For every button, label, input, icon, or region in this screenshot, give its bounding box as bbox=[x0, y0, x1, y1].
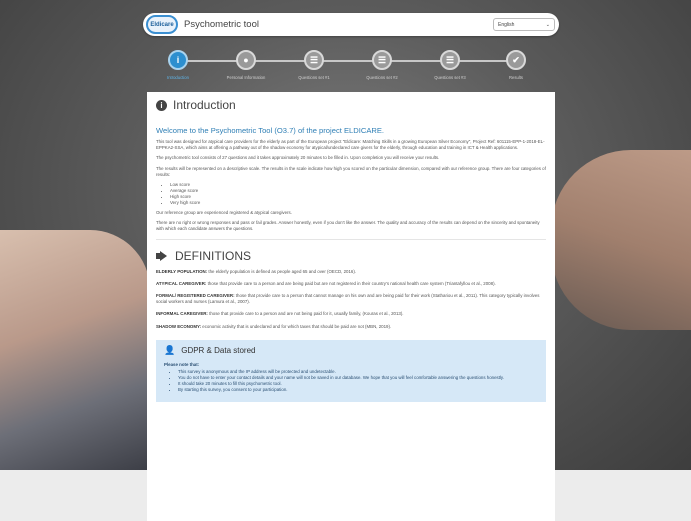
definition-term: INFORMAL CAREGIVER: bbox=[156, 311, 208, 317]
introduction-heading: i Introduction bbox=[156, 98, 546, 112]
step-label: Personal Information bbox=[226, 75, 266, 80]
divider bbox=[156, 238, 546, 240]
app-title: Psychometric tool bbox=[184, 19, 259, 30]
results-categories-list: Low score Average score High score Very … bbox=[170, 182, 546, 206]
info-icon: i bbox=[168, 50, 188, 70]
definition-term: SHADOW ECONOMY: bbox=[156, 323, 202, 329]
list-item: By starting this survey, you consent to … bbox=[178, 387, 538, 393]
intro-paragraph: The results will be represented on a des… bbox=[156, 165, 546, 177]
definition-text: those that provide care to a person and … bbox=[206, 280, 496, 286]
intro-paragraph: Our reference group are experienced regi… bbox=[156, 210, 292, 216]
content-card: i Introduction Welcome to the Psychometr… bbox=[147, 92, 555, 521]
step-questions-set-3[interactable]: ☰ Questions set #3 bbox=[415, 50, 485, 80]
gdpr-panel: 👤 GDPR & Data stored Please note that: T… bbox=[156, 339, 546, 402]
definition-text: the elderly population is defined as peo… bbox=[207, 268, 357, 274]
gdpr-note: Please note that: bbox=[164, 361, 200, 367]
definition-item: INFORMAL CAREGIVER: those that provide c… bbox=[156, 311, 546, 317]
chevron-down-icon: ⌄ bbox=[545, 21, 550, 28]
check-icon: ✔ bbox=[506, 50, 526, 70]
step-results[interactable]: ✔ Results bbox=[481, 50, 551, 80]
intro-paragraph: This tool was designed for atypical care… bbox=[156, 139, 545, 151]
step-label: Results bbox=[509, 75, 523, 80]
step-introduction[interactable]: i Introduction bbox=[143, 50, 213, 80]
list-icon: ☰ bbox=[304, 50, 324, 70]
step-label: Questions set #3 bbox=[434, 75, 466, 80]
gdpr-list: This survey is anonymous and the IP addr… bbox=[178, 369, 538, 394]
definition-item: SHADOW ECONOMY: economic activity that i… bbox=[156, 324, 546, 330]
introduction-title: Introduction bbox=[173, 98, 236, 112]
eldicare-logo[interactable]: Eldicare bbox=[146, 15, 178, 34]
definition-item: FORMAL/ REGISTERED CAREGIVER: those that… bbox=[156, 293, 546, 305]
step-personal-information[interactable]: ● Personal Information bbox=[211, 50, 281, 80]
megaphone-icon bbox=[156, 250, 168, 261]
gdpr-title: GDPR & Data stored bbox=[181, 345, 256, 355]
intro-paragraph: There are no right or wrong responses an… bbox=[156, 220, 540, 232]
definitions-heading: DEFINITIONS bbox=[156, 249, 546, 263]
definition-term: FORMAL/ REGISTERED CAREGIVER: bbox=[156, 293, 235, 299]
definition-item: ELDERLY POPULATION: the elderly populati… bbox=[156, 269, 546, 275]
definition-text: those that provide care to a person and … bbox=[207, 311, 404, 317]
language-select-value: English bbox=[498, 21, 515, 28]
gdpr-heading: 👤 GDPR & Data stored bbox=[164, 345, 538, 356]
definitions-title: DEFINITIONS bbox=[175, 248, 252, 263]
background-arm-left bbox=[0, 230, 150, 470]
definition-text: economic activity that is undeclared and… bbox=[201, 323, 392, 329]
step-label: Questions set #2 bbox=[366, 75, 398, 80]
language-select[interactable]: English ⌄ bbox=[493, 18, 555, 31]
step-questions-set-2[interactable]: ☰ Questions set #2 bbox=[347, 50, 417, 80]
step-questions-set-1[interactable]: ☰ Questions set #1 bbox=[279, 50, 349, 80]
app-header: Eldicare Psychometric tool English ⌄ bbox=[143, 13, 559, 36]
list-icon: ☰ bbox=[372, 50, 392, 70]
definition-term: ELDERLY POPULATION: bbox=[156, 268, 208, 274]
list-icon: ☰ bbox=[440, 50, 460, 70]
welcome-title: Welcome to the Psychometric Tool (O3.7) … bbox=[156, 126, 385, 135]
definition-term: ATYPICAL CAREGIVER: bbox=[156, 280, 207, 286]
progress-stepper: i Introduction ● Personal Information ☰ … bbox=[150, 50, 542, 80]
list-item: Very high score bbox=[170, 200, 546, 206]
user-lock-icon: 👤 bbox=[164, 344, 176, 355]
intro-paragraph: The psychometric tool consists of 27 que… bbox=[156, 155, 440, 161]
step-label: Questions set #1 bbox=[298, 75, 330, 80]
info-icon: i bbox=[156, 99, 167, 111]
background-arm-right bbox=[551, 150, 691, 330]
definition-item: ATYPICAL CAREGIVER: those that provide c… bbox=[156, 281, 546, 287]
step-label: Introduction bbox=[167, 75, 189, 80]
user-icon: ● bbox=[236, 50, 256, 70]
